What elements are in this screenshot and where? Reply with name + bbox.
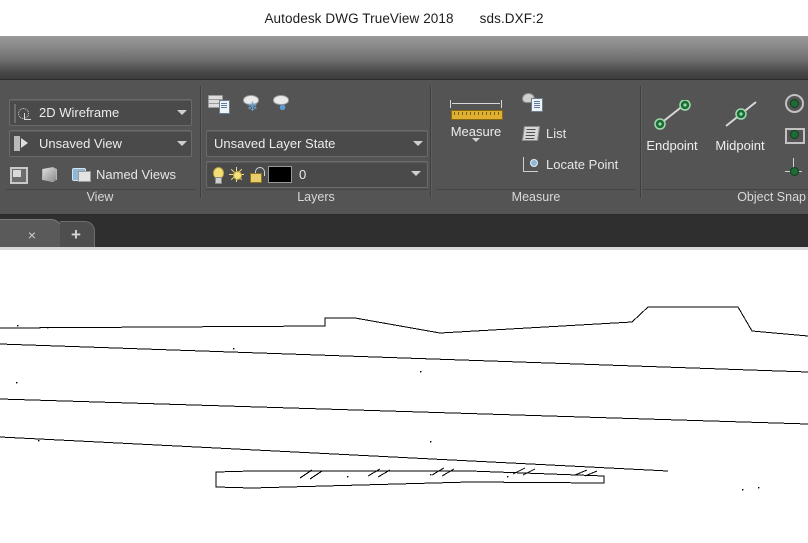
- panel-label-measure: Measure: [511, 190, 561, 204]
- snap-node-button[interactable]: [783, 124, 805, 145]
- drawing-dot-10: [430, 474, 432, 476]
- snap-endpoint-icon: [646, 92, 698, 138]
- locate-point-label: Locate Point: [546, 156, 619, 172]
- chevron-down-icon[interactable]: [407, 162, 425, 185]
- plus-icon[interactable]: +: [67, 226, 85, 244]
- drawing-dot-7: [742, 489, 744, 491]
- view-preset-value: Unsaved View: [39, 136, 122, 151]
- view-cube-button[interactable]: [40, 162, 64, 186]
- ribbon-panel-view: 2D Wireframe Unsaved View Named Views Vi…: [0, 80, 200, 214]
- chevron-down-icon[interactable]: [472, 138, 480, 160]
- layer-properties-icon: [208, 94, 230, 114]
- application-window: Autodesk DWG TrueView 2018 sds.DXF:2 2D …: [0, 0, 808, 543]
- drawing-canvas[interactable]: [0, 250, 808, 543]
- panel-label-view: View: [86, 190, 114, 204]
- break-hatch-2: [367, 468, 381, 477]
- list-icon: [521, 125, 541, 142]
- list-button[interactable]: List: [521, 121, 567, 145]
- drawing-dot-0: [17, 325, 19, 327]
- current-layer-name: 0: [299, 167, 307, 182]
- copy-tool-button[interactable]: [522, 90, 543, 114]
- layer-properties-button[interactable]: [208, 92, 230, 116]
- chevron-down-icon[interactable]: [409, 141, 427, 146]
- chevron-down-icon[interactable]: [173, 110, 191, 115]
- sun-icon[interactable]: [229, 167, 244, 182]
- drawing-dot-9: [347, 476, 349, 478]
- locate-point-button[interactable]: Locate Point: [522, 152, 618, 176]
- ribbon: 2D Wireframe Unsaved View Named Views Vi…: [0, 80, 808, 215]
- copy-icon: [522, 93, 543, 112]
- ribbon-panel-layers: ❄ ● Unsaved Layer State 0 Layers: [202, 80, 430, 214]
- wireframe-icon: [14, 103, 34, 123]
- drawing-dot-5: [38, 440, 40, 442]
- snap-midpoint-button[interactable]: Midpoint: [714, 92, 766, 153]
- chevron-down-icon[interactable]: [173, 141, 191, 146]
- fourth-terrain-line: [0, 436, 669, 472]
- layer-state-dropdown[interactable]: Unsaved Layer State: [206, 130, 428, 157]
- new-tab-button[interactable]: +: [60, 221, 95, 248]
- document-title: sds.DXF:2: [479, 10, 544, 26]
- snap-midpoint-label: Midpoint: [715, 138, 765, 153]
- drawing-dot-8: [758, 487, 760, 489]
- view-cube-icon: [40, 166, 58, 182]
- snap-endpoint-label: Endpoint: [646, 138, 698, 153]
- break-hatch-8: [574, 469, 588, 476]
- second-terrain-line: [0, 343, 808, 373]
- named-views-icon: [72, 166, 91, 182]
- layer-isolate-button[interactable]: ●: [272, 92, 294, 116]
- break-hatch-5: [441, 468, 455, 477]
- layer-state-value: Unsaved Layer State: [214, 136, 336, 151]
- upper-terrain-line: [0, 306, 808, 337]
- layer-freeze-icon: ❄: [242, 94, 264, 114]
- lightbulb-icon[interactable]: [211, 166, 224, 184]
- current-layer-dropdown[interactable]: 0: [206, 161, 428, 188]
- drawing-svg: [0, 306, 808, 491]
- named-views-button[interactable]: Named Views: [72, 162, 176, 186]
- snap-perpendicular-button[interactable]: [783, 156, 804, 177]
- close-icon[interactable]: ×: [24, 227, 40, 243]
- snap-midpoint-icon: [714, 92, 766, 138]
- ribbon-tab-band: [0, 36, 808, 80]
- ribbon-panel-measure: Measure List Locate Point Measure: [432, 80, 640, 214]
- locate-point-icon: [522, 156, 540, 173]
- break-hatch-1: [309, 470, 323, 480]
- third-terrain-line: [0, 398, 808, 425]
- drawing-dot-4: [16, 382, 18, 384]
- named-views-label: Named Views: [96, 166, 176, 182]
- title-bar: Autodesk DWG TrueView 2018 sds.DXF:2: [0, 0, 808, 36]
- measure-button[interactable]: Measure: [436, 96, 516, 160]
- drawing-dot-2: [233, 348, 235, 350]
- ruler-icon: [449, 96, 503, 122]
- unlock-icon[interactable]: [249, 167, 265, 183]
- snap-center-button[interactable]: [783, 92, 804, 113]
- document-tab-strip: × +: [0, 215, 808, 251]
- drawing-dot-1: [47, 327, 49, 329]
- break-hatch-7: [522, 468, 536, 476]
- view-preset-dropdown[interactable]: Unsaved View: [9, 130, 192, 157]
- drawing-dot-11: [507, 476, 509, 478]
- panel-label-object-snap: Object Snap: [737, 190, 806, 204]
- app-title: Autodesk DWG TrueView 2018: [264, 10, 454, 26]
- viewport-config-button[interactable]: [9, 162, 33, 186]
- panel-label-layers: Layers: [297, 190, 335, 204]
- named-view-icon: [14, 136, 34, 152]
- list-label: List: [546, 125, 567, 141]
- visual-style-dropdown[interactable]: 2D Wireframe: [9, 99, 192, 126]
- visual-style-value: 2D Wireframe: [39, 105, 120, 120]
- viewport-icon: [9, 166, 28, 184]
- measure-label: Measure: [450, 124, 502, 139]
- drawing-dot-3: [420, 371, 422, 373]
- layer-isolate-icon: ●: [272, 94, 294, 114]
- ribbon-panel-object-snap: Endpoint Midpoint Object Snap: [642, 80, 808, 214]
- beam-slab: [215, 470, 605, 489]
- layer-color-swatch[interactable]: [268, 166, 292, 183]
- drawing-dot-6: [430, 441, 432, 443]
- snap-endpoint-button[interactable]: Endpoint: [646, 92, 698, 153]
- layer-freeze-button[interactable]: ❄: [242, 92, 264, 116]
